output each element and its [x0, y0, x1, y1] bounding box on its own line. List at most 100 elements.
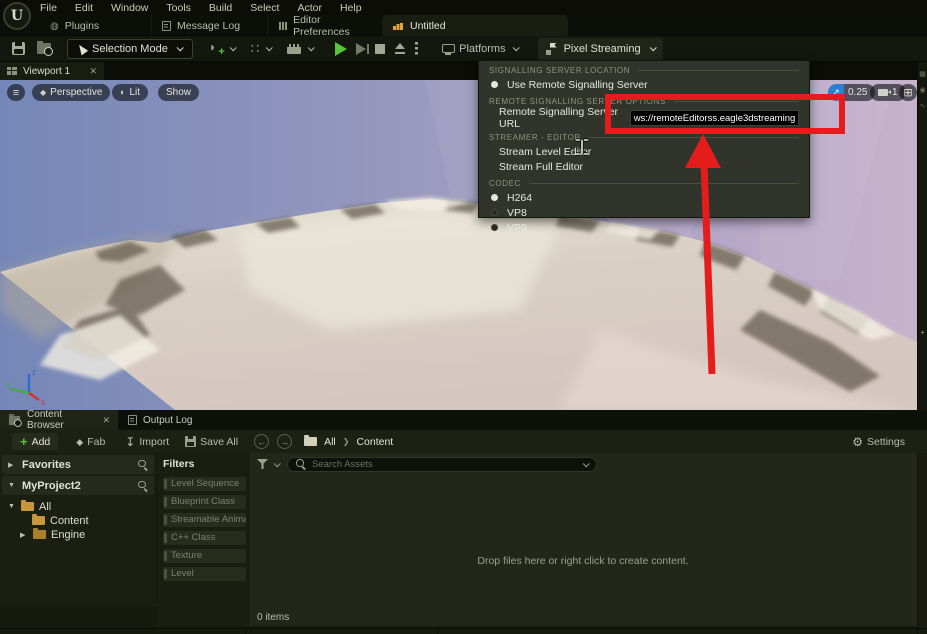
filter-level-sequence[interactable]: Level Sequence: [163, 477, 246, 491]
menu-item-stream-full-editor[interactable]: Stream Full Editor: [479, 159, 809, 174]
search-icon[interactable]: [138, 460, 148, 470]
menu-edit[interactable]: Edit: [75, 2, 93, 14]
folder-icon: [32, 516, 45, 525]
selection-mode-dropdown[interactable]: Selection Mode: [67, 39, 193, 59]
cinematics-dropdown[interactable]: [287, 44, 313, 54]
search-icon[interactable]: [138, 481, 148, 491]
save-icon[interactable]: [12, 42, 25, 55]
tab-untitled[interactable]: Untitled: [383, 15, 568, 36]
add-actor-dropdown[interactable]: [209, 42, 235, 55]
remote-url-input[interactable]: [630, 110, 799, 126]
menu-tools[interactable]: Tools: [166, 2, 191, 14]
folder-icon: [21, 502, 34, 511]
add-button[interactable]: + Add: [12, 433, 58, 450]
save-all-button[interactable]: Save All: [185, 436, 238, 448]
menu-item-codec-h264[interactable]: H264: [479, 190, 809, 205]
tab-viewport-1[interactable]: Viewport 1 ✕: [0, 62, 104, 80]
snap-scale-control[interactable]: ↗ 0.25: [828, 84, 875, 101]
menu-item-codec-vp8[interactable]: VP8: [479, 205, 809, 220]
menu-actor[interactable]: Actor: [297, 2, 322, 14]
close-icon[interactable]: ✕: [102, 415, 110, 426]
output-log-icon: [128, 415, 137, 425]
radio-unchecked-icon: [491, 209, 498, 216]
bar-chart-icon: [393, 21, 404, 30]
tree-item-engine[interactable]: ▶ Engine: [8, 528, 156, 541]
menu-item-stream-level-editor[interactable]: Stream Level Editor: [479, 144, 809, 159]
perspective-dropdown[interactable]: Perspective: [32, 84, 110, 101]
close-icon[interactable]: ✕: [89, 66, 97, 77]
filter-funnel-icon[interactable]: [257, 459, 268, 469]
chevron-down-icon: [512, 44, 519, 51]
maximize-viewport-button[interactable]: ⊞: [899, 84, 917, 101]
menu-help[interactable]: Help: [340, 2, 362, 14]
menu-item-codec-vp9[interactable]: VP9: [479, 220, 809, 235]
filter-texture[interactable]: Texture: [163, 549, 246, 563]
main-toolbar: Selection Mode Platforms Pixel Streaming: [0, 36, 927, 62]
radio-checked-icon: [491, 194, 498, 201]
tab-message-log[interactable]: Message Log: [152, 15, 268, 36]
tab-editor-preferences[interactable]: Editor Preferences: [268, 15, 383, 36]
filter-streamable-animatic[interactable]: Streamable Animatic: [163, 513, 246, 527]
lit-dropdown[interactable]: Lit: [112, 84, 148, 101]
stream-level-editor-label: Stream Level Editor: [499, 146, 591, 158]
nav-back-button[interactable]: ←: [254, 434, 269, 449]
breadcrumb-content[interactable]: Content: [356, 436, 393, 448]
eject-button[interactable]: [394, 43, 406, 54]
tree-item-content[interactable]: Content: [8, 514, 156, 527]
menu-item-use-remote-signalling-server[interactable]: Use Remote Signalling Server: [479, 77, 809, 92]
content-browser-toolbar: + Add Fab Import Save All ← → All: [0, 430, 927, 453]
tab-output-log[interactable]: Output Log: [120, 410, 216, 430]
stop-button[interactable]: [375, 44, 385, 54]
platforms-icon: [442, 44, 455, 53]
import-button[interactable]: Import: [125, 435, 169, 449]
chevron-down-icon: [176, 44, 183, 51]
filter-blueprint-class[interactable]: Blueprint Class: [163, 495, 246, 509]
nav-forward-button[interactable]: →: [277, 434, 292, 449]
pixel-streaming-icon: [546, 43, 558, 55]
viewport-options-menu[interactable]: ≡: [7, 84, 25, 101]
content-browser-tab-bar: Content Browser ✕ Output Log: [0, 410, 927, 430]
menu-build[interactable]: Build: [209, 2, 232, 14]
platforms-dropdown[interactable]: Platforms: [442, 43, 517, 55]
expand-arrow-icon: ▶: [20, 531, 28, 539]
project-header[interactable]: ▼ MyProject2: [2, 476, 154, 495]
status-bar[interactable]: [0, 628, 927, 634]
tab-plugins[interactable]: Plugins: [40, 15, 152, 36]
frame-skip-button[interactable]: [356, 43, 366, 55]
favorites-header[interactable]: ▶ Favorites: [2, 455, 154, 474]
tab-content-browser[interactable]: Content Browser ✕: [0, 410, 118, 430]
content-browser-icon[interactable]: [37, 43, 51, 54]
menu-select[interactable]: Select: [250, 2, 279, 14]
camera-speed-value: 1: [892, 87, 898, 98]
breadcrumb-all[interactable]: All: [324, 436, 336, 448]
selection-mode-label: Selection Mode: [92, 43, 168, 55]
search-assets-bar[interactable]: [287, 457, 597, 472]
breadcrumb: All ❯ Content: [304, 436, 393, 448]
asset-view[interactable]: Drop files here or right click to create…: [249, 453, 917, 626]
content-browser-panel: Content Browser ✕ Output Log + Add Fab I…: [0, 410, 927, 628]
filter-level[interactable]: Level: [163, 567, 246, 581]
search-assets-input[interactable]: [312, 459, 574, 470]
filters-panel: Filters Level Sequence Blueprint Class S…: [157, 453, 248, 626]
perspective-label: Perspective: [50, 87, 102, 98]
chevron-down-icon: [649, 44, 656, 51]
blueprints-dropdown[interactable]: [251, 41, 271, 57]
show-dropdown[interactable]: Show: [158, 84, 199, 101]
show-label: Show: [166, 87, 191, 98]
save-all-label: Save All: [200, 436, 238, 448]
menu-file[interactable]: File: [40, 2, 57, 14]
tree-item-all[interactable]: ▼ All: [8, 500, 156, 513]
panel-icon: ∿: [919, 103, 926, 110]
play-options-icon[interactable]: [415, 42, 418, 55]
settings-button[interactable]: Settings: [852, 435, 905, 449]
codec-vp8-label: VP8: [507, 207, 527, 219]
pixel-streaming-dropdown[interactable]: Pixel Streaming: [538, 38, 663, 60]
fab-button[interactable]: Fab: [76, 436, 105, 448]
content-browser-icon: [9, 415, 20, 424]
filter-cpp-class[interactable]: C++ Class: [163, 531, 246, 545]
add-actor-icon: [209, 42, 223, 55]
menu-window[interactable]: Window: [111, 2, 148, 14]
chevron-down-icon: [266, 44, 273, 51]
content-browser-tab-label: Content Browser: [27, 409, 96, 431]
play-button[interactable]: [335, 42, 347, 56]
